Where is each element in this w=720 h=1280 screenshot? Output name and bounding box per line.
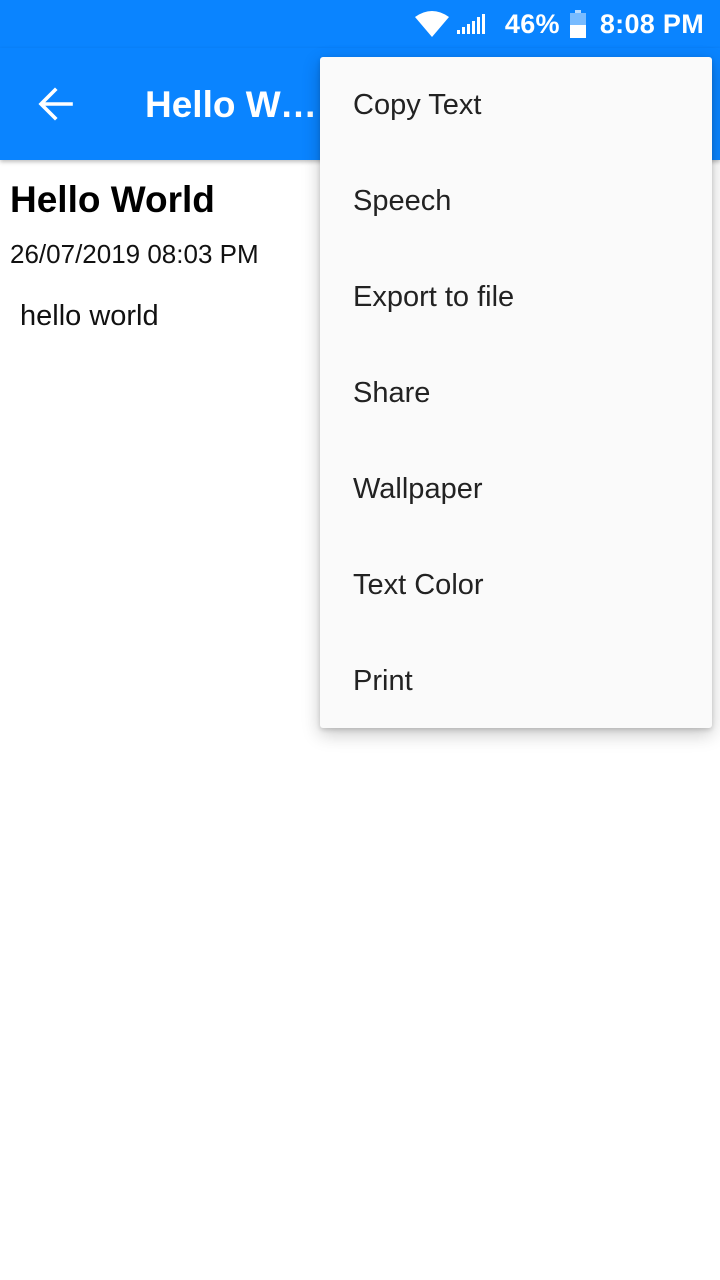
battery-percentage: 46% [504, 8, 560, 39]
menu-item-share[interactable]: Share [320, 345, 712, 441]
app-bar-title: Hello World [145, 84, 325, 125]
back-button[interactable] [20, 68, 92, 140]
status-bar: 46% 8:08 PM [0, 0, 720, 48]
menu-item-wallpaper[interactable]: Wallpaper [320, 441, 712, 537]
status-indicators: 46% 8:08 PM [414, 0, 704, 48]
menu-item-print[interactable]: Print [320, 633, 712, 729]
battery-icon [569, 10, 586, 38]
arrow-left-icon [38, 87, 73, 121]
menu-item-copy-text[interactable]: Copy Text [320, 57, 712, 153]
cell-signal-icon [456, 14, 485, 34]
wifi-icon [414, 11, 449, 37]
menu-item-text-color[interactable]: Text Color [320, 537, 712, 633]
menu-item-speech[interactable]: Speech [320, 153, 712, 249]
overflow-menu: Copy Text Speech Export to file Share Wa… [320, 57, 712, 728]
status-time: 8:08 PM [599, 8, 704, 39]
menu-item-export-to-file[interactable]: Export to file [320, 249, 712, 345]
